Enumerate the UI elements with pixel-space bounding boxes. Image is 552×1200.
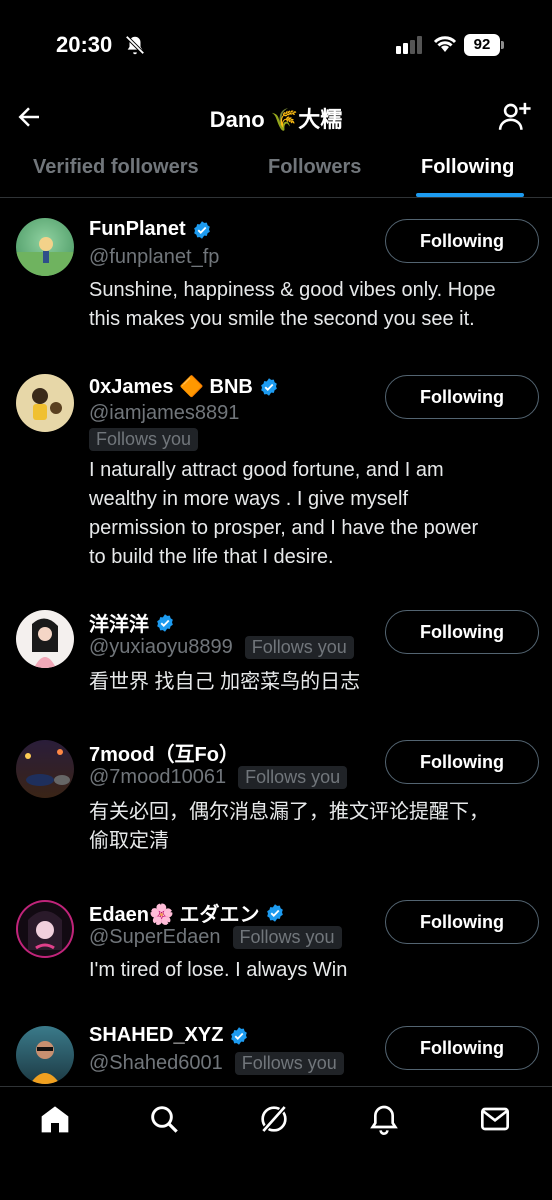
user-bio: I'm tired of lose. I always Win	[89, 956, 532, 985]
status-time: 20:30	[56, 32, 113, 57]
bio-line: Sunshine, happiness & good vibes only. H…	[89, 279, 496, 301]
bottom-nav	[0, 1086, 552, 1200]
avatar[interactable]	[16, 740, 74, 798]
follows-you-badge: Follows you	[238, 766, 348, 789]
user-handle-line: @yuxiaoyu8899 Follows you	[89, 636, 354, 659]
user-display-name: 洋洋洋	[89, 614, 149, 636]
bio-line: to build the life that I desire.	[89, 546, 334, 568]
user-handle: @7mood10061	[89, 766, 227, 788]
user-name-line: 7mood（互Fo）	[89, 738, 239, 767]
follows-you-badge: Follows you	[89, 428, 199, 451]
bio-line: I'm tired of lose. I always Win	[89, 959, 348, 981]
user-handle: @funplanet_fp	[89, 246, 220, 268]
bio-line: I naturally attract good fortune, and I …	[89, 459, 444, 481]
home-icon[interactable]	[39, 1103, 71, 1135]
following-button[interactable]: Following	[385, 610, 539, 654]
user-handle: @iamjames8891	[89, 402, 240, 424]
battery-level: 92	[464, 34, 500, 56]
battery-icon: 92	[464, 34, 504, 56]
bio-line: this makes you smile the second you see …	[89, 308, 475, 330]
user-handle: @yuxiaoyu8899	[89, 636, 233, 658]
following-button[interactable]: Following	[385, 1026, 539, 1070]
bell-off-icon	[124, 34, 146, 61]
verified-badge-icon	[231, 1026, 248, 1045]
tab-following[interactable]: Following	[421, 156, 514, 179]
bio-line: 偷取定清	[89, 830, 169, 852]
user-handle-line: @iamjames8891	[89, 402, 239, 425]
profile-header: Dano 🌾大糯	[0, 90, 552, 144]
user-display-name: FunPlanet	[89, 218, 186, 240]
follows-you-badge: Follows you	[244, 636, 354, 659]
add-user-button[interactable]	[498, 100, 532, 134]
wifi-icon	[432, 34, 458, 59]
user-handle: @SuperEdaen	[89, 926, 221, 948]
user-name-line: 洋洋洋	[89, 608, 175, 637]
user-name-line: SHAHED_XYZ	[89, 1024, 249, 1047]
following-button[interactable]: Following	[385, 900, 539, 944]
verified-badge-icon	[193, 220, 210, 239]
user-bio: Sunshine, happiness & good vibes only. H…	[89, 276, 532, 334]
bio-line: 看世界 找自己 加密菜鸟的日志	[89, 671, 361, 693]
bio-line: permission to prosper, and I have the po…	[89, 517, 479, 539]
avatar[interactable]	[16, 374, 74, 432]
active-tab-indicator	[416, 193, 524, 197]
follows-you-line: Follows you	[89, 428, 199, 451]
tab-followers[interactable]: Followers	[268, 156, 361, 179]
tab-verified-followers[interactable]: Verified followers	[33, 156, 199, 179]
page-title: Dano 🌾大糯	[209, 107, 343, 132]
verified-badge-icon	[157, 613, 173, 632]
user-bio: 有关必回，偶尔消息漏了，推文评论提醒下， 偷取定清	[89, 798, 532, 856]
user-display-name: SHAHED_XYZ	[89, 1024, 224, 1046]
avatar[interactable]	[16, 610, 74, 668]
avatar[interactable]	[16, 900, 74, 958]
avatar[interactable]	[16, 218, 74, 276]
user-name-line: Edaen🌸 エダエン	[89, 898, 285, 927]
user-name-line: 0xJames 🔶 BNB	[89, 374, 279, 399]
following-button[interactable]: Following	[385, 375, 539, 419]
following-button[interactable]: Following	[385, 219, 539, 263]
cellular-signal-icon	[396, 36, 422, 59]
user-handle: @Shahed6001	[89, 1052, 223, 1074]
bio-line: 有关必回，偶尔消息漏了，推文评论提醒下，	[89, 801, 489, 823]
add-user-icon	[498, 102, 531, 130]
follows-you-badge: Follows you	[232, 926, 342, 949]
user-handle-line: @SuperEdaen Follows you	[89, 926, 342, 949]
user-display-name: 7mood（互Fo）	[89, 744, 239, 766]
messages-icon[interactable]	[479, 1103, 511, 1135]
user-display-name: Edaen🌸 エダエン	[89, 904, 260, 926]
following-button[interactable]: Following	[385, 740, 539, 784]
grok-icon[interactable]	[258, 1103, 290, 1135]
notifications-icon[interactable]	[368, 1103, 400, 1135]
follow-tabs: Verified followers Followers Following	[0, 146, 552, 198]
verified-badge-icon	[261, 377, 277, 396]
user-handle-line: @7mood10061 Follows you	[89, 766, 348, 789]
user-display-name: 0xJames 🔶 BNB	[89, 376, 253, 398]
follows-you-badge: Follows you	[234, 1052, 344, 1075]
status-bar: 20:30 92	[0, 0, 552, 90]
user-bio: I naturally attract good fortune, and I …	[89, 456, 532, 572]
user-bio: 看世界 找自己 加密菜鸟的日志	[89, 668, 532, 697]
user-handle-line: @funplanet_fp	[89, 246, 219, 269]
user-name-line: FunPlanet	[89, 218, 212, 241]
user-handle-line: @Shahed6001 Follows you	[89, 1052, 344, 1075]
bio-line: wealthy in more ways . I give myself	[89, 488, 408, 510]
search-icon[interactable]	[148, 1103, 180, 1135]
verified-badge-icon	[267, 903, 284, 922]
avatar[interactable]	[16, 1026, 74, 1084]
